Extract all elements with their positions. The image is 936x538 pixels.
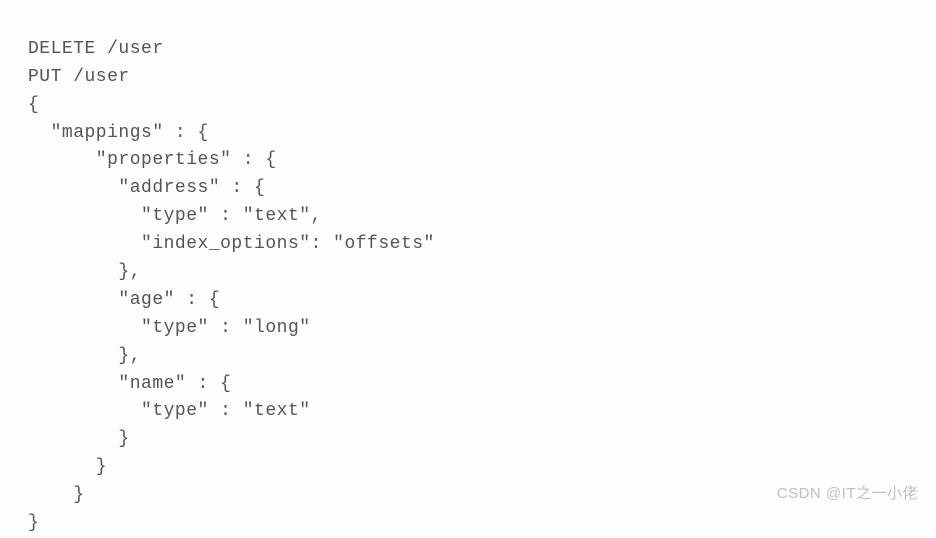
code-line: "type" : "text", bbox=[28, 206, 322, 226]
code-line: "type" : "long" bbox=[28, 318, 311, 338]
code-line: PUT /user bbox=[28, 67, 130, 87]
code-line: }, bbox=[28, 262, 141, 282]
code-line: { bbox=[28, 95, 39, 115]
code-line: } bbox=[28, 429, 130, 449]
code-line: } bbox=[28, 485, 85, 505]
code-line: "type" : "text" bbox=[28, 401, 311, 421]
code-line: "age" : { bbox=[28, 290, 220, 310]
code-line: "mappings" : { bbox=[28, 123, 209, 143]
code-line: } bbox=[28, 513, 39, 533]
code-line: }, bbox=[28, 346, 141, 366]
watermark: CSDN @IT之一小佬 bbox=[777, 482, 918, 505]
code-line: "properties" : { bbox=[28, 150, 277, 170]
code-line: "address" : { bbox=[28, 178, 265, 198]
code-block: DELETE /user PUT /user { "mappings" : { … bbox=[28, 8, 936, 538]
code-line: DELETE /user bbox=[28, 39, 164, 59]
code-line: "name" : { bbox=[28, 374, 231, 394]
code-line: } bbox=[28, 457, 107, 477]
code-line: "index_options": "offsets" bbox=[28, 234, 435, 254]
